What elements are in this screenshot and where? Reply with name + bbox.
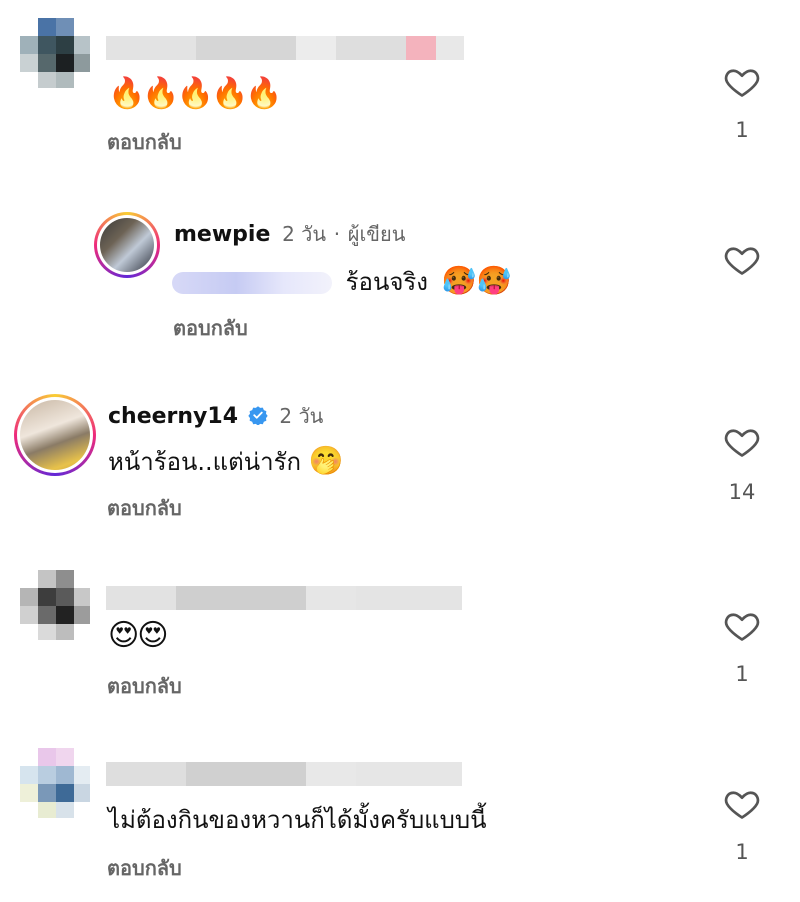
- comment-body: ร้อนจริง: [345, 268, 429, 296]
- avatar-blurred[interactable]: [20, 570, 90, 640]
- comment-3: cheerny14 2 วัน หน้าร้อน..แต่น่ารัก 🤭 ตอ…: [0, 380, 800, 550]
- reply-button[interactable]: ตอบกลับ: [107, 670, 182, 702]
- heart-outline-icon[interactable]: [724, 786, 760, 822]
- username[interactable]: mewpie 2 วัน · ผู้เขียน: [174, 218, 405, 250]
- username[interactable]: cheerny14 2 วัน: [108, 400, 323, 432]
- meta-separator: ·: [333, 222, 341, 246]
- heart-outline-icon[interactable]: [724, 64, 760, 100]
- reply-button[interactable]: ตอบกลับ: [107, 852, 182, 884]
- comment-5: ไม่ต้องกินของหวานก็ได้มั้งครับแบบนี้ ตอบ…: [0, 740, 800, 902]
- username-blurred[interactable]: [106, 36, 464, 60]
- like-count: 1: [735, 840, 749, 864]
- reply-button[interactable]: ตอบกลับ: [107, 126, 182, 158]
- comment-4: 😍😍 ตอบกลับ 1: [0, 560, 800, 740]
- username-text[interactable]: cheerny14: [108, 404, 238, 429]
- comment-text: ไม่ต้องกินของหวานก็ได้มั้งครับแบบนี้: [108, 806, 487, 834]
- username-text[interactable]: mewpie: [174, 222, 270, 247]
- comment-text: 😍😍: [108, 618, 169, 653]
- heart-outline-icon[interactable]: [724, 608, 760, 644]
- emoji: 🥵🥵: [441, 264, 512, 297]
- heart-outline-icon[interactable]: [724, 424, 760, 460]
- heart-outline-icon[interactable]: [724, 242, 760, 278]
- mention-blurred[interactable]: [172, 272, 332, 294]
- comment-2: mewpie 2 วัน · ผู้เขียน ร้อนจริง 🥵🥵 ตอบก…: [0, 180, 800, 360]
- timestamp: 2 วัน: [282, 222, 327, 246]
- comment-body: หน้าร้อน..แต่น่ารัก: [108, 448, 302, 476]
- avatar-cheerny14[interactable]: [14, 394, 96, 476]
- avatar-blurred[interactable]: [20, 18, 90, 88]
- comment-1: 🔥🔥🔥🔥🔥 ตอบกลับ 1: [0, 0, 800, 180]
- comment-text: หน้าร้อน..แต่น่ารัก 🤭: [108, 442, 344, 481]
- comment-text: ร้อนจริง 🥵🥵: [172, 262, 511, 301]
- author-label: ผู้เขียน: [347, 222, 406, 246]
- like-count: 14: [728, 480, 756, 504]
- like-count: 1: [735, 118, 749, 142]
- like-count: 1: [735, 662, 749, 686]
- avatar-blurred[interactable]: [20, 748, 90, 818]
- emoji: 🤭: [308, 444, 344, 477]
- timestamp: 2 วัน: [279, 404, 324, 428]
- comment-text: 🔥🔥🔥🔥🔥: [108, 76, 283, 111]
- reply-button[interactable]: ตอบกลับ: [107, 492, 182, 524]
- reply-button[interactable]: ตอบกลับ: [173, 312, 248, 344]
- avatar-mewpie[interactable]: [94, 212, 160, 278]
- verified-badge-icon: [248, 406, 268, 425]
